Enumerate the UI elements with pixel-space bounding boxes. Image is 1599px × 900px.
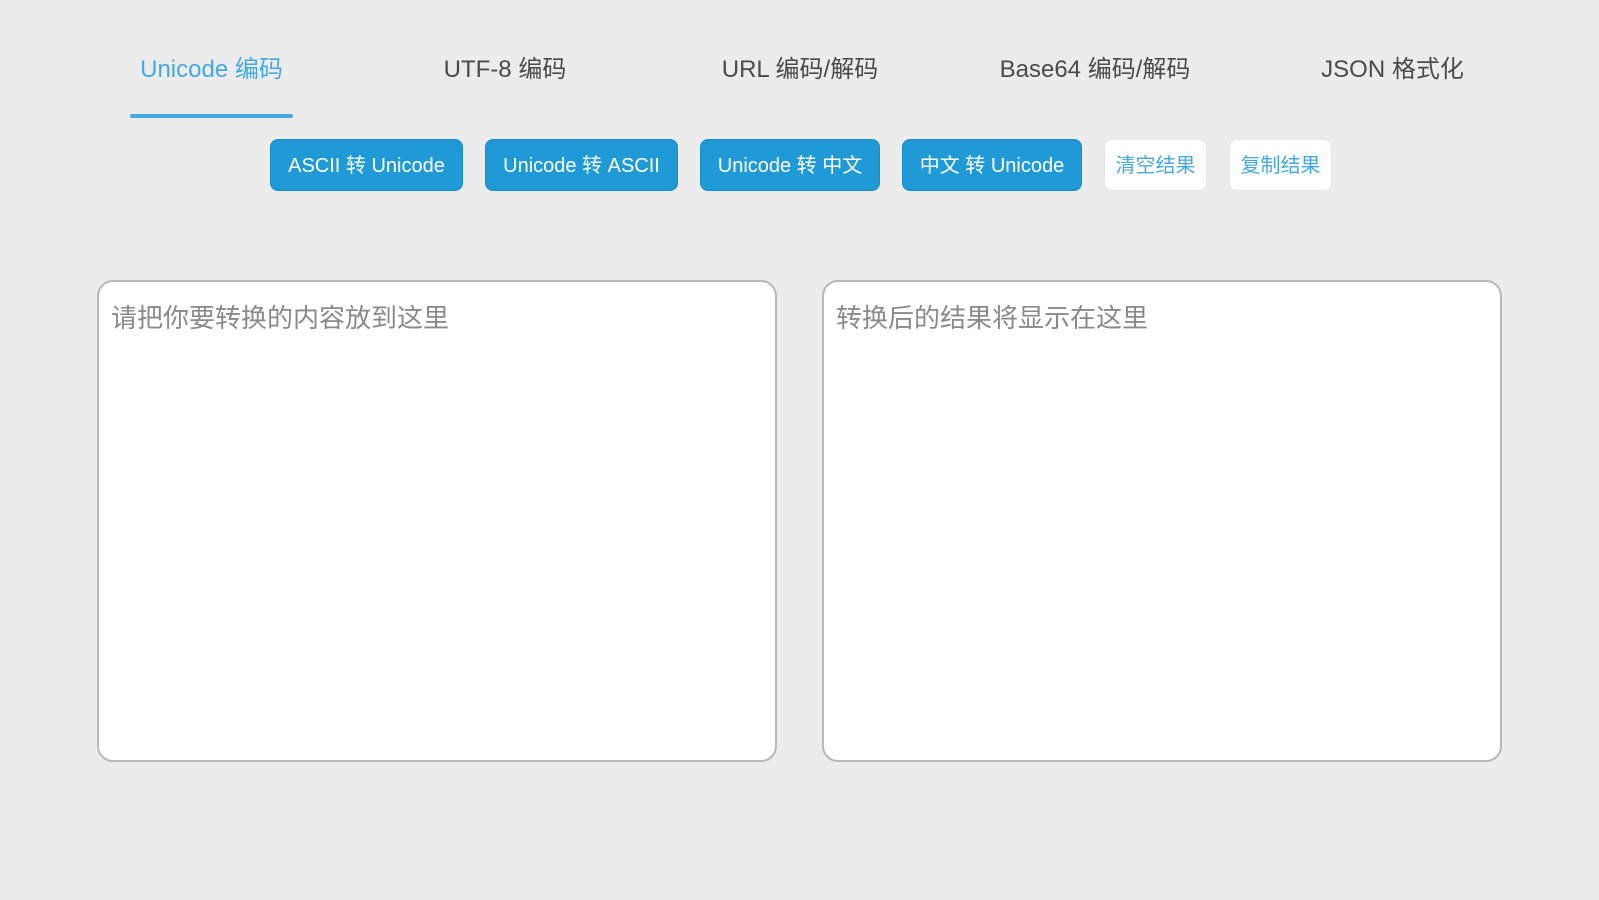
- active-tab-indicator: [130, 114, 293, 118]
- copy-result-button[interactable]: 复制结果: [1229, 139, 1332, 191]
- ascii-to-unicode-button[interactable]: ASCII 转 Unicode: [270, 139, 463, 191]
- tab-utf8[interactable]: UTF-8 编码: [420, 50, 590, 90]
- tab-unicode[interactable]: Unicode 编码: [130, 50, 293, 90]
- output-textarea[interactable]: [822, 280, 1502, 762]
- input-textarea[interactable]: [97, 280, 777, 762]
- chinese-to-unicode-button[interactable]: 中文 转 Unicode: [902, 139, 1082, 191]
- clear-result-button[interactable]: 清空结果: [1104, 139, 1207, 191]
- unicode-to-chinese-button[interactable]: Unicode 转 中文: [700, 139, 880, 191]
- unicode-to-ascii-button[interactable]: Unicode 转 ASCII: [485, 139, 678, 191]
- tab-bar: Unicode 编码 UTF-8 编码 URL 编码/解码 Base64 编码/…: [0, 0, 1599, 120]
- tab-json[interactable]: JSON 格式化: [1300, 50, 1485, 90]
- tab-base64[interactable]: Base64 编码/解码: [975, 50, 1215, 90]
- tab-url[interactable]: URL 编码/解码: [700, 50, 900, 90]
- encoder-app: Unicode 编码 UTF-8 编码 URL 编码/解码 Base64 编码/…: [0, 0, 1599, 900]
